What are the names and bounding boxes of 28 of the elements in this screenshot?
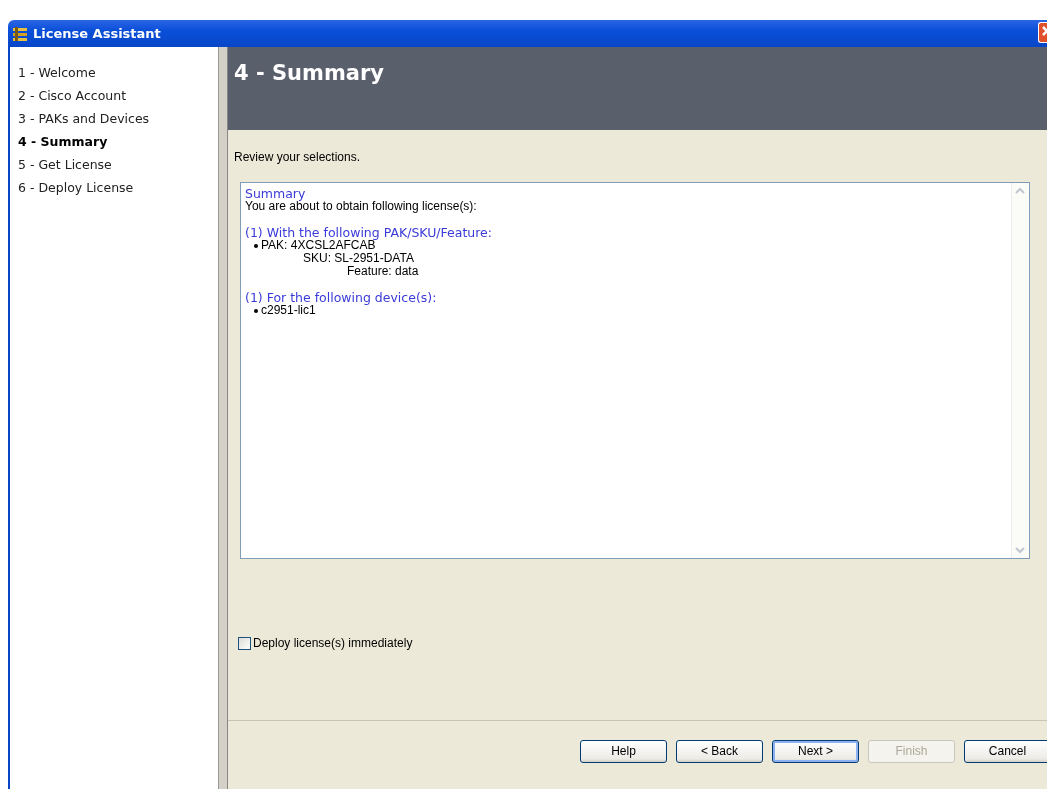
- bullet-icon: [254, 243, 258, 248]
- page-title: 4 - Summary: [234, 61, 384, 85]
- scrollbar[interactable]: [1011, 183, 1029, 558]
- checkbox[interactable]: [238, 636, 251, 650]
- wizard-button[interactable]: Cancel: [964, 739, 1047, 763]
- step-item[interactable]: 1 - Welcome: [18, 61, 218, 84]
- window-title: License Assistant: [33, 26, 161, 41]
- step-item[interactable]: 5 - Get License: [18, 153, 218, 176]
- summary-item: Feature: data: [347, 265, 419, 278]
- summary-heading: Summary: [245, 187, 306, 200]
- wizard-button[interactable]: Help: [580, 739, 667, 763]
- wizard-button[interactable]: Next >: [772, 739, 859, 763]
- section-title: (1) For the following device(s):: [245, 291, 438, 304]
- instruction-text: Review your selections.: [234, 150, 362, 164]
- bullet-icon: [254, 308, 258, 313]
- summary-item: SKU: SL-2951-DATA: [303, 252, 414, 265]
- app-icon: [12, 25, 28, 42]
- step-item[interactable]: 6 - Deploy License: [18, 176, 218, 199]
- wizard-button[interactable]: < Back: [676, 739, 763, 763]
- step-item[interactable]: 3 - PAKs and Devices: [18, 107, 218, 130]
- splitter[interactable]: [218, 47, 228, 789]
- summary-item: c2951-lic1: [261, 304, 316, 317]
- step-item[interactable]: 4 - Summary: [18, 130, 218, 153]
- summary-item: PAK: 4XCSL2AFCAB: [261, 239, 376, 252]
- intro-text: You are about to obtain following license(s):: [245, 200, 478, 213]
- section-title: (1) With the following PAK/SKU/Feature:: [245, 226, 493, 239]
- checkbox-label: Deploy license(s) immediately: [253, 636, 413, 650]
- step-item[interactable]: 2 - Cisco Account: [18, 84, 218, 107]
